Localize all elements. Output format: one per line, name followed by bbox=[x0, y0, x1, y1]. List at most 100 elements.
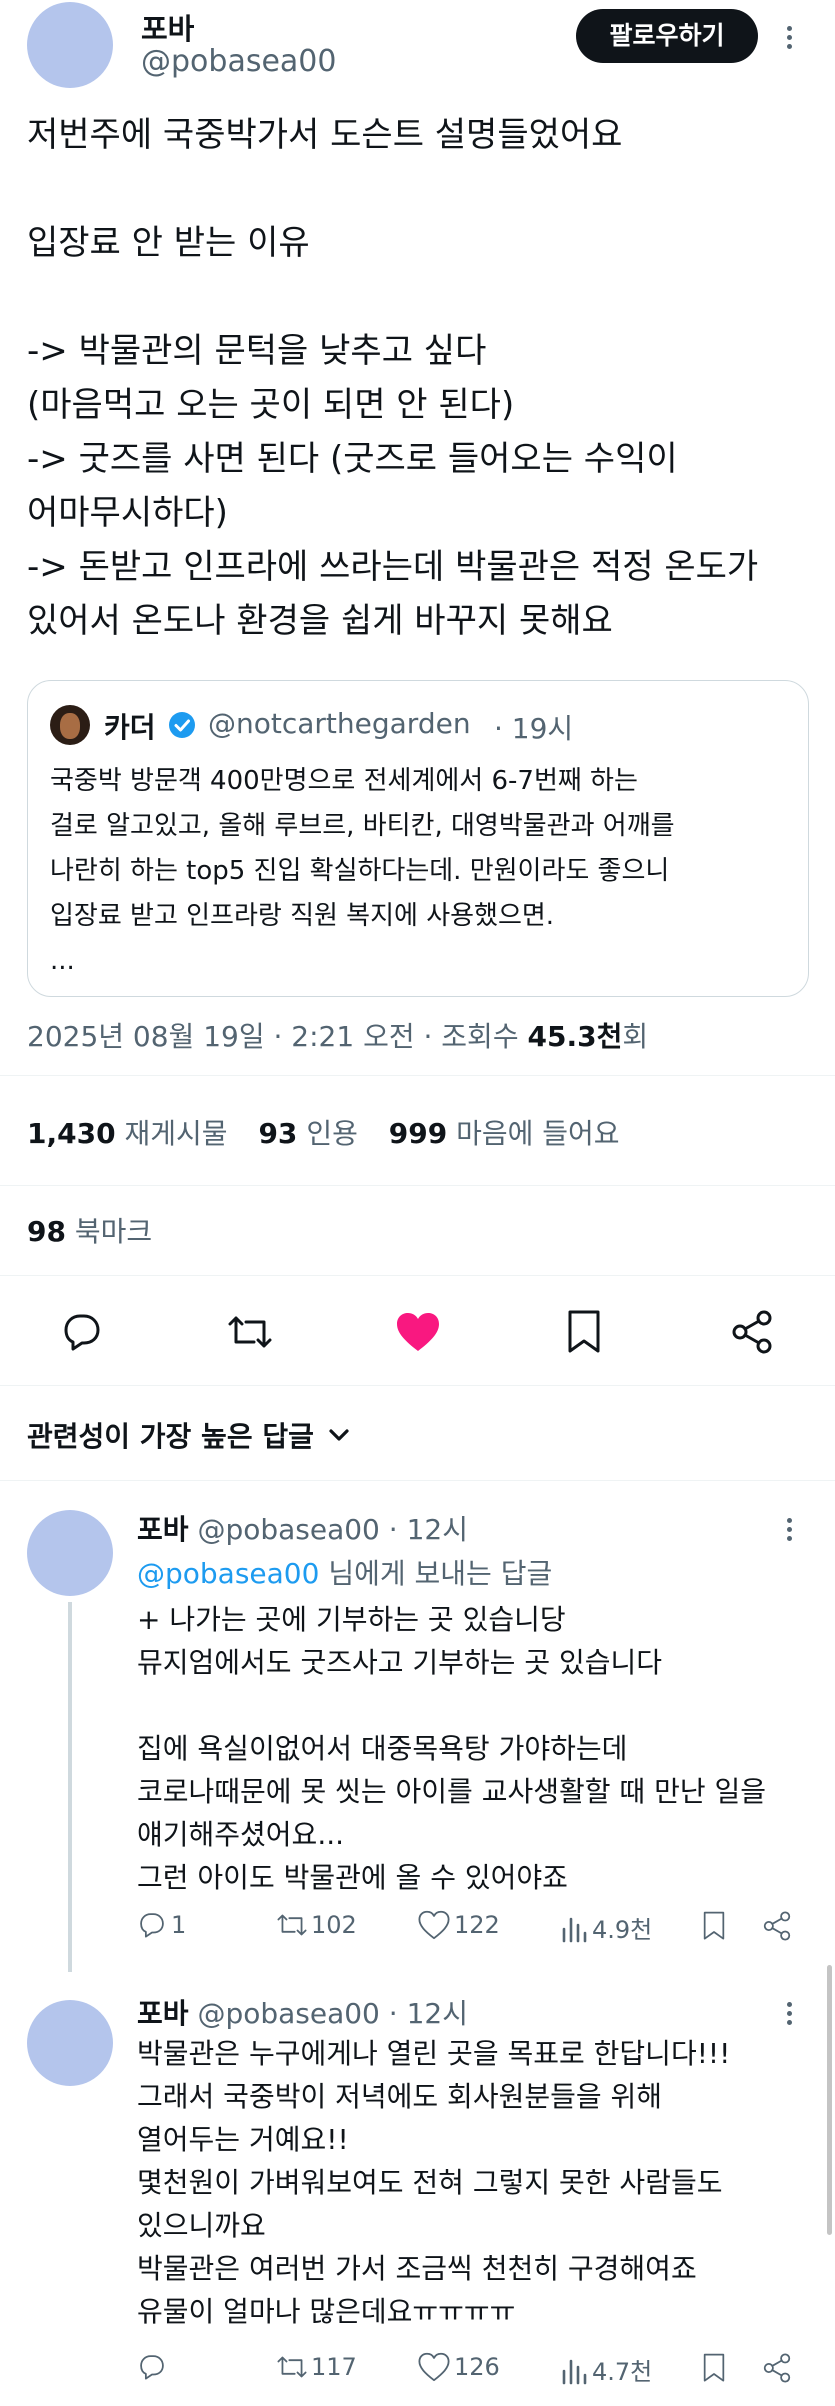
quote-label: 인용 bbox=[306, 1117, 358, 1150]
bookmark-icon bbox=[568, 1310, 600, 1353]
quoted-tweet-text: 국중박 방문객 400만명으로 전세계에서 6-7번째 하는 걸로 알고있고, … bbox=[50, 759, 800, 984]
reply-line: 유물이 얼마나 많은데요ㅠㅠㅠㅠ bbox=[137, 2295, 516, 2328]
author-avatar[interactable] bbox=[27, 2, 113, 88]
more-options-icon[interactable] bbox=[787, 22, 792, 53]
views-count: 45.3천 bbox=[527, 1020, 623, 1053]
quoted-author-name: 카더 bbox=[104, 711, 156, 744]
heart-icon bbox=[418, 1910, 450, 1940]
quoted-tweet-card[interactable]: 카더 @notcarthegarden · 19시 국중박 방문객 400만명으… bbox=[27, 680, 809, 997]
reply-author-name[interactable]: 포바 bbox=[137, 1997, 189, 2030]
reply-line: 박물관은 누구에게나 열린 곳을 목표로 한답니다!!! bbox=[137, 2037, 731, 2070]
replying-to-handle[interactable]: @pobasea00 bbox=[137, 1557, 319, 1590]
share-button[interactable] bbox=[730, 1309, 774, 1355]
reply-item[interactable]: 포바 @pobasea00 · 12시 @pobasea00 님에게 보내는 답… bbox=[0, 1480, 835, 1980]
reply-line: 집에 욕실이없어서 대중목욕탕 가야하는데 bbox=[137, 1732, 628, 1765]
like-count: 122 bbox=[454, 1911, 500, 1939]
retweet-count: 102 bbox=[311, 1911, 357, 1939]
views-count: 4.7천 bbox=[592, 2358, 653, 2386]
reply-views-button[interactable]: 4.7천 bbox=[560, 2352, 652, 2387]
replying-to-suffix: 님에게 보내는 답글 bbox=[319, 1557, 553, 1590]
divider bbox=[0, 1075, 835, 1076]
retweet-stat[interactable]: 1,430 재게시물 bbox=[27, 1117, 228, 1150]
like-label: 마음에 들어요 bbox=[456, 1117, 620, 1150]
follow-button[interactable]: 팔로우하기 bbox=[576, 9, 758, 63]
retweet-button[interactable] bbox=[226, 1310, 274, 1354]
retweet-count: 117 bbox=[311, 2353, 357, 2381]
reply-more-icon[interactable] bbox=[787, 1998, 792, 2029]
reply-line bbox=[137, 1684, 817, 1727]
reply-retweet-button[interactable]: 117 bbox=[275, 2352, 357, 2382]
reply-sort-label: 관련성이 가장 높은 답글 bbox=[27, 1420, 314, 1453]
tweet-line bbox=[27, 162, 817, 216]
retweet-label: 재게시물 bbox=[124, 1117, 228, 1150]
reply-reply-button[interactable]: 1 bbox=[137, 1910, 186, 1940]
like-button[interactable] bbox=[395, 1311, 441, 1353]
quote-count: 93 bbox=[258, 1117, 298, 1150]
reply-avatar[interactable] bbox=[27, 2000, 113, 2086]
reply-avatar[interactable] bbox=[27, 1510, 113, 1596]
tweet-line: -> 박물관의 문턱을 낮추고 싶다 bbox=[27, 331, 487, 371]
reply-share-button[interactable] bbox=[762, 1910, 792, 1942]
reply-like-button[interactable]: 126 bbox=[418, 2352, 500, 2382]
reply-icon bbox=[140, 1913, 164, 1938]
divider bbox=[0, 1185, 835, 1186]
tweet-line: -> 돈받고 인프라에 쓰라는데 박물관은 적정 온도가 bbox=[27, 547, 759, 587]
reply-item[interactable]: 포바 @pobasea00 · 12시 박물관은 누구에게나 열린 곳을 목표로… bbox=[0, 1980, 835, 2406]
quoted-line: 나란히 하는 top5 진입 확실하다는데. 만원이라도 좋으니 bbox=[50, 856, 670, 886]
share-icon bbox=[732, 1310, 772, 1354]
author-display-name[interactable]: 포바 bbox=[141, 6, 194, 48]
bookmark-icon bbox=[703, 1911, 725, 1940]
reply-line: 열어두는 거예요!! bbox=[137, 2123, 349, 2156]
engagement-stats: 1,430 재게시물 93 인용 999 마음에 들어요 bbox=[27, 1112, 620, 1152]
retweet-icon bbox=[277, 2356, 307, 2378]
reply-author-name[interactable]: 포바 bbox=[137, 1513, 189, 1546]
reply-time: · 12시 bbox=[388, 1997, 468, 2030]
reply-count: 1 bbox=[171, 1911, 187, 1939]
scrollbar-thumb[interactable] bbox=[827, 1965, 832, 2235]
author-handle[interactable]: @pobasea00 bbox=[141, 44, 336, 79]
reply-line: 몇천원이 가벼워보여도 전혀 그렇지 못한 사람들도 bbox=[137, 2166, 723, 2199]
reply-icon bbox=[140, 2355, 164, 2380]
bookmark-button[interactable] bbox=[566, 1309, 602, 1355]
bookmark-icon bbox=[703, 2353, 725, 2382]
share-icon bbox=[763, 1911, 791, 1941]
reply-reply-button[interactable] bbox=[137, 2352, 171, 2382]
reply-line: 코로나때문에 못 씻는 아이를 교사생활할 때 만난 일을 bbox=[137, 1775, 767, 1808]
heart-filled-icon bbox=[397, 1313, 439, 1351]
reply-author-handle[interactable]: @pobasea00 bbox=[197, 1997, 379, 2030]
reply-retweet-button[interactable]: 102 bbox=[275, 1910, 357, 1940]
reply-bookmark-button[interactable] bbox=[702, 1910, 726, 1942]
reply-share-button[interactable] bbox=[762, 2352, 792, 2384]
reply-author-handle[interactable]: @pobasea00 bbox=[197, 1513, 379, 1546]
quoted-line: 걸로 알고있고, 올해 루브르, 바티칸, 대영박물관과 어깨를 bbox=[50, 811, 675, 841]
reply-bookmark-button[interactable] bbox=[702, 2352, 726, 2384]
quoted-line: ... bbox=[50, 946, 75, 976]
tweet-line: (마음먹고 오는 곳이 되면 안 된다) bbox=[27, 385, 515, 425]
reply-more-icon[interactable] bbox=[787, 1514, 792, 1545]
tweet-line: -> 굿즈를 사면 된다 (굿즈로 들어오는 수익이 bbox=[27, 439, 678, 479]
replying-to: @pobasea00 님에게 보내는 답글 bbox=[137, 1552, 552, 1592]
reply-button[interactable] bbox=[60, 1310, 104, 1354]
reply-header: 포바 @pobasea00 · 12시 bbox=[137, 1508, 468, 1548]
bookmark-stat[interactable]: 98 북마크 bbox=[27, 1210, 152, 1250]
views-count: 4.9천 bbox=[592, 1916, 653, 1944]
reply-like-button[interactable]: 122 bbox=[418, 1910, 500, 1940]
like-stat[interactable]: 999 마음에 들어요 bbox=[389, 1117, 620, 1150]
reply-time: · 12시 bbox=[388, 1513, 468, 1546]
reply-views-button[interactable]: 4.9천 bbox=[560, 1910, 652, 1945]
bookmark-label: 북마크 bbox=[74, 1215, 153, 1248]
reply-line: 그런 아이도 박물관에 올 수 있어야죠 bbox=[137, 1861, 568, 1894]
tweet-line: 저번주에 국중박가서 도슨트 설명들었어요 bbox=[27, 115, 623, 155]
quoted-line: 국중박 방문객 400만명으로 전세계에서 6-7번째 하는 bbox=[50, 766, 638, 796]
chevron-down-icon bbox=[329, 1429, 349, 1441]
divider bbox=[0, 1275, 835, 1276]
quoted-line: 입장료 받고 인프라랑 직원 복지에 사용했으면. bbox=[50, 901, 555, 931]
tweet-timestamp[interactable]: 2025년 08월 19일 · 2:21 오전 · 조회수 45.3천회 bbox=[27, 1015, 648, 1055]
quote-stat[interactable]: 93 인용 bbox=[258, 1117, 357, 1150]
reply-line: + 나가는 곳에 기부하는 곳 있습니당 bbox=[137, 1603, 566, 1636]
retweet-icon bbox=[228, 1316, 272, 1348]
reply-sort-dropdown[interactable]: 관련성이 가장 높은 답글 bbox=[27, 1415, 354, 1455]
reply-text: + 나가는 곳에 기부하는 곳 있습니당 뮤지엄에서도 굿즈사고 기부하는 곳 … bbox=[137, 1598, 817, 1899]
tweet-text: 저번주에 국중박가서 도슨트 설명들었어요 입장료 안 받는 이유 -> 박물관… bbox=[27, 108, 817, 648]
reply-line: 그래서 국중박이 저녁에도 회사원분들을 위해 bbox=[137, 2080, 663, 2113]
